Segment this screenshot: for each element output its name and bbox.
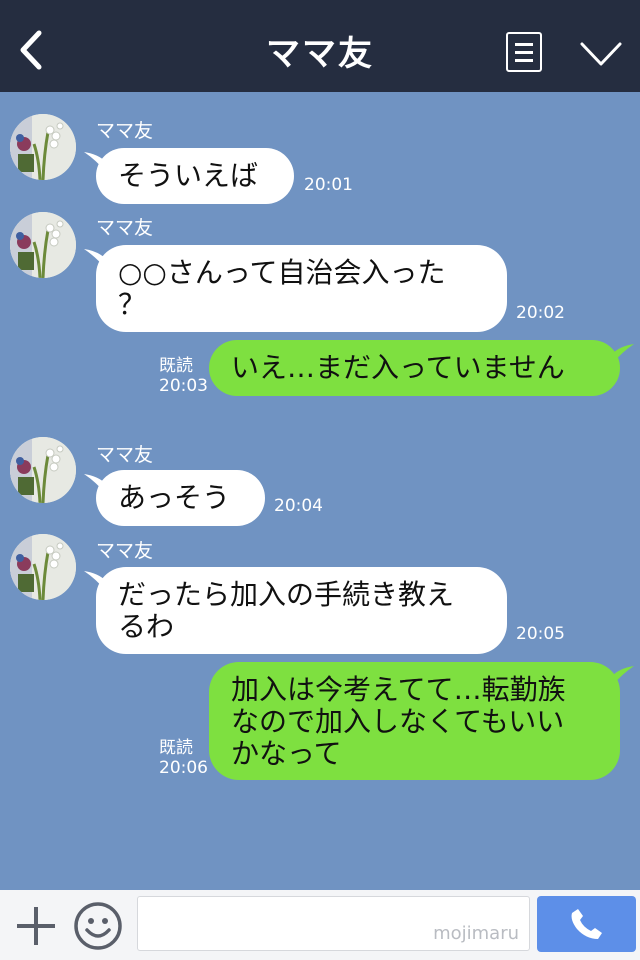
message-line: るわ [118,610,175,643]
chevron-down-icon [580,42,622,66]
message-time: 20:01 [304,175,353,195]
sender-name: ママ友 [96,120,154,142]
incoming-message[interactable]: あっそう [96,470,265,526]
smiley-icon [74,902,122,950]
read-receipt: 既読 20:03 [159,356,208,396]
message-time: 20:04 [274,496,323,516]
flower-photo-icon [10,212,76,278]
call-button[interactable] [537,896,636,952]
message-input[interactable]: mojimaru [137,896,530,951]
emoji-button[interactable] [72,900,124,952]
chat-header: ママ友 [0,0,640,92]
incoming-message[interactable]: そういえば [96,148,294,204]
message-time: 20:05 [516,624,565,644]
message-line: かなって [231,737,342,770]
message-line: ○○さんって自治会入った [118,256,446,289]
flower-photo-icon [10,114,76,180]
avatar[interactable] [10,437,76,503]
incoming-message[interactable]: ○○さんって自治会入った？ [96,245,507,332]
read-receipt: 既読 20:06 [159,738,208,778]
collapse-button[interactable] [578,36,624,70]
outgoing-message[interactable]: いえ…まだ入っていません [209,340,620,396]
incoming-message[interactable]: だったら加入の手続き教え るわ [96,567,507,654]
message-time: 20:03 [159,376,208,396]
avatar[interactable] [10,212,76,278]
watermark-text: mojimaru [433,923,519,944]
message-line: だったら加入の手続き教え [118,578,455,611]
message-line: なので加入しなくてもいい [231,705,565,738]
read-label: 既読 [159,356,193,376]
menu-button[interactable] [506,32,542,72]
sender-name: ママ友 [96,540,154,562]
sender-name: ママ友 [96,217,154,239]
phone-icon [571,909,602,939]
outgoing-message[interactable]: 加入は今考えてて…転勤族 なので加入しなくてもいい かなって [209,662,620,780]
message-line: あっそう [118,481,231,514]
flower-photo-icon [10,437,76,503]
avatar[interactable] [10,534,76,600]
flower-photo-icon [10,534,76,600]
chat-area[interactable]: ママ友 そういえば 20:01 ママ友 ○○さんって自治会入った？ 20:02 いえ…まだ入… [0,92,640,890]
read-label: 既読 [159,738,193,758]
message-line: そういえば [118,159,259,192]
attach-button[interactable] [14,904,58,948]
sender-name: ママ友 [96,444,154,466]
message-line: いえ…まだ入っていません [231,351,565,384]
message-line: ？ [118,288,147,321]
avatar[interactable] [10,114,76,180]
message-line: 加入は今考えてて…転勤族 [231,673,566,706]
plus-icon [17,907,55,945]
message-time: 20:02 [516,303,565,323]
chat-title: ママ友 [266,34,374,74]
message-time: 20:06 [159,758,208,778]
